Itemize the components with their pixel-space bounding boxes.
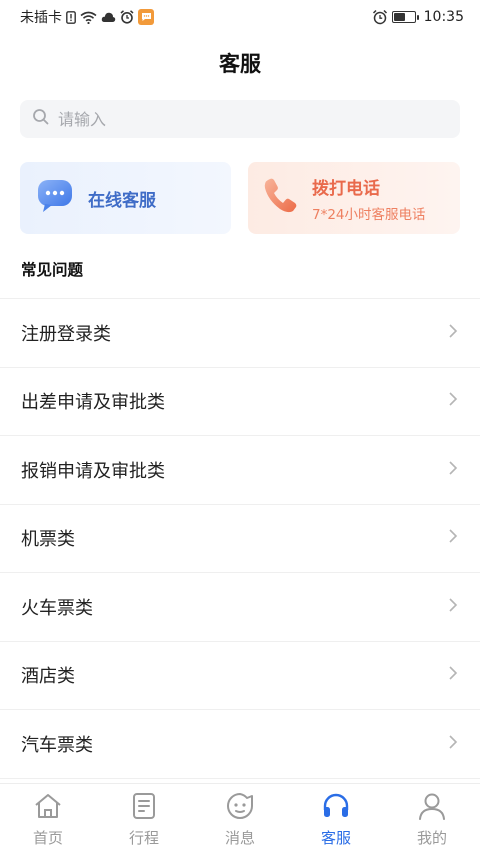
carrier-text: 未插卡	[20, 10, 62, 26]
phone-call-subtitle: 7*24小时客服电话	[312, 206, 426, 223]
profile-icon	[417, 792, 447, 824]
phone-call-title: 拨打电话	[312, 178, 380, 199]
faq-item-train[interactable]: 火车票类	[0, 573, 480, 642]
chevron-right-icon	[448, 391, 458, 411]
bottom-tab-bar: 首页 行程 消息 客服 我的	[0, 783, 480, 853]
faq-item-label: 机票类	[21, 529, 75, 551]
phone-call-card[interactable]: 拨打电话 7*24小时客服电话	[248, 162, 460, 234]
faq-item-travel-approval[interactable]: 出差申请及审批类	[0, 368, 480, 436]
chevron-right-icon	[448, 665, 458, 685]
chevron-right-icon	[448, 597, 458, 617]
search-icon	[32, 108, 50, 130]
faq-item-label: 出差申请及审批类	[21, 392, 165, 414]
tab-profile[interactable]: 我的	[384, 784, 480, 853]
home-icon	[33, 792, 63, 824]
cloud-icon	[101, 11, 116, 23]
tab-messages[interactable]: 消息	[192, 784, 288, 853]
itinerary-icon	[129, 792, 159, 824]
clock-text: 10:35	[423, 9, 464, 25]
chevron-right-icon	[448, 323, 458, 343]
faq-item-label: 汽车票类	[21, 734, 93, 756]
chat-notification-icon	[138, 9, 154, 25]
chevron-right-icon	[448, 460, 458, 480]
chevron-right-icon	[448, 528, 458, 548]
tab-label: 客服	[320, 829, 351, 847]
battery-icon	[391, 11, 419, 23]
chevron-right-icon	[448, 734, 458, 754]
tab-itinerary[interactable]: 行程	[96, 784, 192, 853]
status-bar: 未插卡 10:35	[0, 0, 480, 34]
faq-list: 注册登录类 出差申请及审批类 报销申请及审批类 机票类 火车票类 酒店类 汽车票…	[0, 298, 480, 779]
status-left: 未插卡	[20, 7, 154, 27]
chat-bubble-icon	[36, 176, 76, 220]
faq-item-label: 报销申请及审批类	[21, 460, 165, 482]
faq-item-hotel[interactable]: 酒店类	[0, 642, 480, 710]
phone-card-text: 拨打电话 7*24小时客服电话	[312, 174, 426, 223]
phone-icon	[262, 176, 300, 220]
faq-item-bus[interactable]: 汽车票类	[0, 710, 480, 779]
faq-item-label: 火车票类	[21, 597, 93, 619]
tab-label: 我的	[416, 829, 447, 847]
tab-home[interactable]: 首页	[0, 784, 96, 853]
status-right: 10:35	[372, 9, 464, 25]
faq-item-register-login[interactable]: 注册登录类	[0, 299, 480, 368]
page-title: 客服	[219, 52, 261, 76]
online-service-card[interactable]: 在线客服	[20, 162, 231, 234]
battery-fill	[393, 13, 405, 21]
sim-alert-icon	[66, 10, 76, 24]
faq-item-reimbursement-approval[interactable]: 报销申请及审批类	[0, 436, 480, 505]
message-icon	[225, 792, 255, 824]
wifi-icon	[80, 11, 97, 24]
search-input[interactable]	[58, 109, 448, 129]
tab-label: 消息	[224, 829, 255, 847]
headset-icon	[321, 792, 351, 824]
online-service-title: 在线客服	[88, 190, 156, 211]
tab-label: 行程	[128, 829, 159, 847]
faq-section-title: 常见问题	[21, 261, 84, 279]
faq-item-label: 注册登录类	[21, 323, 111, 345]
tab-label: 首页	[32, 829, 63, 847]
alarm-clock-icon	[120, 10, 134, 24]
faq-item-flight[interactable]: 机票类	[0, 505, 480, 573]
search-bar[interactable]	[20, 100, 460, 138]
tab-customer-service[interactable]: 客服	[288, 784, 384, 853]
alarm-icon	[372, 9, 388, 25]
faq-item-label: 酒店类	[21, 666, 75, 688]
